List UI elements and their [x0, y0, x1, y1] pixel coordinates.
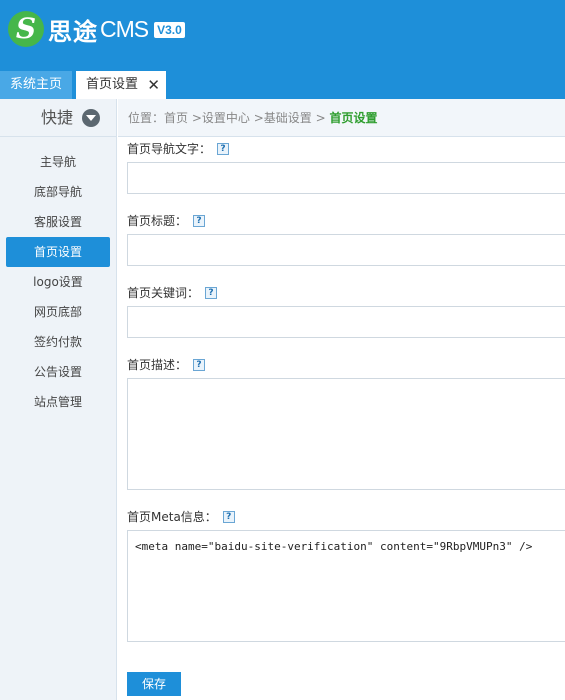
breadcrumb-path[interactable]: 首页 >设置中心 >基础设置 > [164, 111, 329, 125]
sidebar-item-service[interactable]: 客服设置 [6, 207, 110, 237]
quick-menu-header[interactable]: 快捷 [0, 99, 116, 137]
sidebar-item-logo[interactable]: logo设置 [6, 267, 110, 297]
nav-text-input[interactable] [127, 162, 565, 194]
version-badge: V3.0 [154, 22, 185, 38]
save-button[interactable]: 保存 [127, 672, 181, 696]
logo-cms: CMS [100, 15, 149, 42]
help-icon[interactable]: ? [193, 358, 206, 371]
tab-bar: 系统主页 首页设置 ✕ [0, 68, 565, 99]
meta-label-text: 首页Meta信息： [127, 510, 217, 524]
sidebar-menu: 主导航 底部导航 客服设置 首页设置 logo设置 网页底部 签约付款 公告设置… [0, 137, 116, 417]
description-label: 首页描述： ? [127, 356, 206, 373]
title-label: 首页标题： ? [127, 212, 206, 229]
keywords-label-text: 首页关键词： [127, 286, 200, 300]
nav-text-label: 首页导航文字： ? [127, 140, 230, 157]
title-input[interactable] [127, 234, 565, 266]
settings-form: 首页导航文字： ? 首页标题： ? 首页关键词： ? 首页描述： ? 首页Met… [127, 137, 565, 700]
meta-value: <meta name="baidu-site-verification" con… [135, 540, 533, 553]
tab-homepage-settings[interactable]: 首页设置 ✕ [76, 71, 166, 99]
title-label-text: 首页标题： [127, 214, 188, 228]
nav-text-label-text: 首页导航文字： [127, 142, 212, 156]
meta-textarea[interactable]: <meta name="baidu-site-verification" con… [127, 530, 565, 642]
sidebar-item-page-footer[interactable]: 网页底部 [6, 297, 110, 327]
sidebar-item-main-nav[interactable]: 主导航 [6, 147, 110, 177]
sidebar-item-notice[interactable]: 公告设置 [6, 357, 110, 387]
logo-mark: S [8, 11, 44, 47]
help-icon[interactable]: ? [205, 286, 218, 299]
help-icon[interactable]: ? [222, 510, 235, 523]
keywords-input[interactable] [127, 306, 565, 338]
sidebar-item-homepage[interactable]: 首页设置 [6, 237, 110, 267]
logo-name: 思途 [48, 17, 98, 46]
description-textarea[interactable] [127, 378, 565, 490]
breadcrumb-current: 首页设置 [329, 111, 378, 125]
help-icon[interactable]: ? [193, 214, 206, 227]
description-label-text: 首页描述： [127, 358, 188, 372]
breadcrumb-prefix: 位置： [128, 111, 165, 125]
close-icon[interactable]: ✕ [147, 71, 160, 99]
sidebar: 快捷 主导航 底部导航 客服设置 首页设置 logo设置 网页底部 签约付款 公… [0, 99, 117, 700]
chevron-down-icon[interactable] [82, 109, 100, 127]
sidebar-item-payment[interactable]: 签约付款 [6, 327, 110, 357]
keywords-label: 首页关键词： ? [127, 284, 218, 301]
help-icon[interactable]: ? [217, 142, 230, 155]
sidebar-item-site[interactable]: 站点管理 [6, 387, 110, 417]
sidebar-item-footer-nav[interactable]: 底部导航 [6, 177, 110, 207]
tab-label: 首页设置 [86, 77, 139, 92]
app-header: S 思途 CMS V3.0 [0, 0, 565, 68]
logo: S 思途 CMS V3.0 [8, 10, 185, 48]
tab-system-home[interactable]: 系统主页 [0, 71, 72, 99]
meta-label: 首页Meta信息： ? [127, 508, 235, 525]
breadcrumb: 位置：首页 >设置中心 >基础设置 > 首页设置 [118, 99, 565, 137]
quick-label: 快捷 [41, 108, 74, 127]
